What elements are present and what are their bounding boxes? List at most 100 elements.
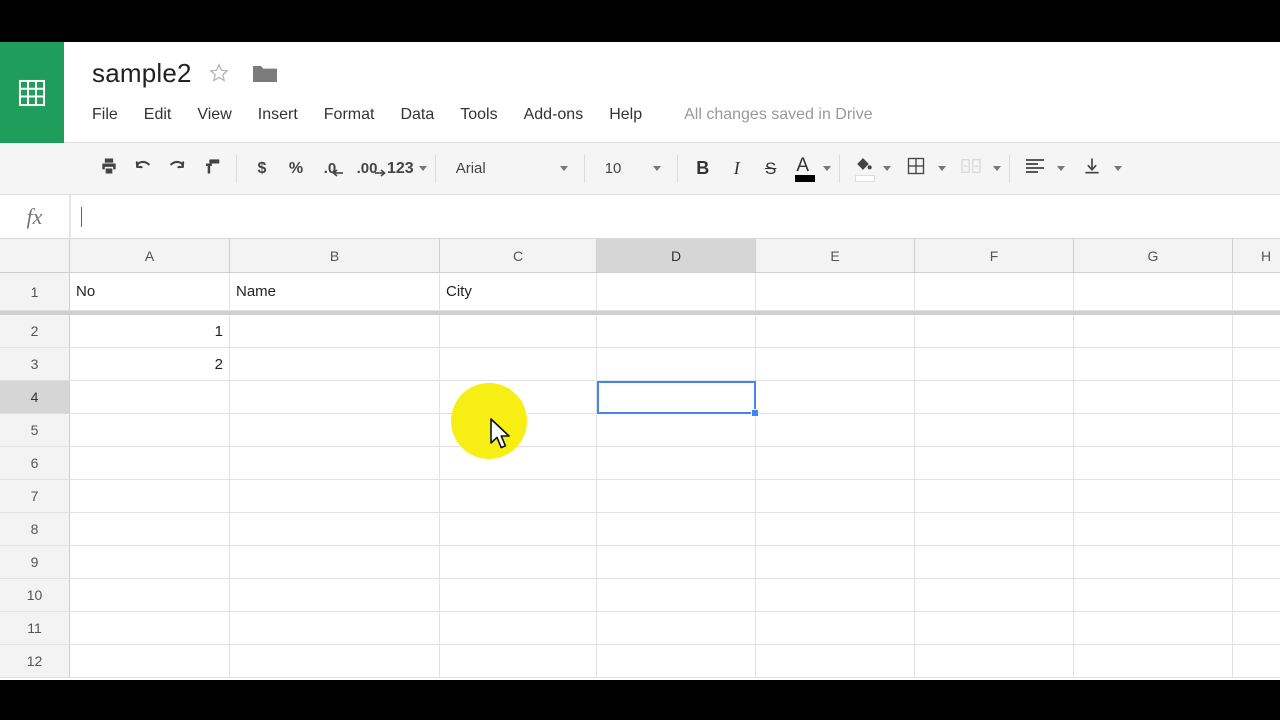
cell-E1[interactable] [756,273,915,311]
row-header-1[interactable]: 1 [0,273,70,311]
cell-D8[interactable] [597,513,756,546]
cell-B5[interactable] [230,414,440,447]
cell-F5[interactable] [915,414,1074,447]
menu-item-addons[interactable]: Add-ons [524,104,598,126]
chevron-down-icon-text-color[interactable] [822,166,831,171]
cell-D1[interactable] [597,273,756,311]
merge-cells-button[interactable] [954,152,988,186]
cell-E9[interactable] [756,546,915,579]
number-format-button[interactable]: 123 [387,152,414,186]
menu-item-data[interactable]: Data [400,104,448,126]
cell-E2[interactable] [756,315,915,348]
cell-B12[interactable] [230,645,440,678]
cell-C2[interactable] [440,315,597,348]
cell-A9[interactable] [70,546,230,579]
cell-E3[interactable] [756,348,915,381]
sheets-logo[interactable] [0,42,64,143]
column-header-g[interactable]: G [1074,239,1233,273]
cell-G7[interactable] [1074,480,1233,513]
cell-H3[interactable] [1233,348,1280,381]
cell-B4[interactable] [230,381,440,414]
currency-format-button[interactable]: $ [245,152,279,186]
cell-H7[interactable] [1233,480,1280,513]
fill-color-button[interactable] [848,152,878,186]
paint-format-button[interactable] [194,152,228,186]
column-header-h[interactable]: H [1233,239,1280,273]
menu-item-insert[interactable]: Insert [258,104,312,126]
star-outline-icon[interactable] [208,62,230,84]
row-header-7[interactable]: 7 [0,480,70,513]
cell-G10[interactable] [1074,579,1233,612]
cell-F12[interactable] [915,645,1074,678]
cell-G12[interactable] [1074,645,1233,678]
cell-C11[interactable] [440,612,597,645]
document-title[interactable]: sample2 [92,58,192,88]
cell-G11[interactable] [1074,612,1233,645]
cell-A7[interactable] [70,480,230,513]
cell-A4[interactable] [70,381,230,414]
grid-corner-select-all[interactable] [0,239,70,273]
cell-E10[interactable] [756,579,915,612]
cell-F10[interactable] [915,579,1074,612]
chevron-down-icon-size[interactable] [652,166,661,171]
cell-D3[interactable] [597,348,756,381]
cell-D10[interactable] [597,579,756,612]
cell-H4[interactable] [1233,381,1280,414]
cell-E8[interactable] [756,513,915,546]
cell-D5[interactable] [597,414,756,447]
column-header-c[interactable]: C [440,239,597,273]
cell-H5[interactable] [1233,414,1280,447]
row-header-12[interactable]: 12 [0,645,70,678]
name-box[interactable]: fx [0,194,70,239]
cell-C7[interactable] [440,480,597,513]
column-header-f[interactable]: F [915,239,1074,273]
column-header-a[interactable]: A [70,239,230,273]
column-header-b[interactable]: B [230,239,440,273]
cell-A12[interactable] [70,645,230,678]
cell-C3[interactable] [440,348,597,381]
menu-item-edit[interactable]: Edit [144,104,186,126]
cell-D7[interactable] [597,480,756,513]
cell-F4[interactable] [915,381,1074,414]
cell-A1[interactable]: No [70,273,230,311]
cell-D11[interactable] [597,612,756,645]
cell-H2[interactable] [1233,315,1280,348]
cell-F6[interactable] [915,447,1074,480]
column-header-e[interactable]: E [756,239,915,273]
row-header-8[interactable]: 8 [0,513,70,546]
print-button[interactable] [92,152,126,186]
cell-C6[interactable] [440,447,597,480]
row-header-6[interactable]: 6 [0,447,70,480]
strikethrough-button[interactable]: S [754,152,788,186]
chevron-down-icon-merge[interactable] [992,166,1001,171]
chevron-down-icon-vertical-align[interactable] [1113,166,1122,171]
cell-B2[interactable] [230,315,440,348]
formula-input[interactable] [70,194,1280,239]
cell-A3[interactable]: 2 [70,348,230,381]
cell-F8[interactable] [915,513,1074,546]
cell-A10[interactable] [70,579,230,612]
cell-D6[interactable] [597,447,756,480]
text-color-button[interactable]: A [788,152,818,186]
cell-D2[interactable] [597,315,756,348]
cell-H12[interactable] [1233,645,1280,678]
cell-C9[interactable] [440,546,597,579]
cell-B9[interactable] [230,546,440,579]
cell-E7[interactable] [756,480,915,513]
cell-D9[interactable] [597,546,756,579]
cell-G4[interactable] [1074,381,1233,414]
row-header-9[interactable]: 9 [0,546,70,579]
cell-G5[interactable] [1074,414,1233,447]
italic-button[interactable]: I [720,152,754,186]
cell-H6[interactable] [1233,447,1280,480]
chevron-down-icon-font[interactable] [559,166,568,171]
cell-D12[interactable] [597,645,756,678]
chevron-down-icon-borders[interactable] [937,166,946,171]
row-header-2[interactable]: 2 [0,315,70,348]
menu-item-tools[interactable]: Tools [460,104,511,126]
cell-H10[interactable] [1233,579,1280,612]
row-header-5[interactable]: 5 [0,414,70,447]
row-header-4[interactable]: 4 [0,381,70,414]
cell-H9[interactable] [1233,546,1280,579]
menu-item-view[interactable]: View [197,104,245,126]
